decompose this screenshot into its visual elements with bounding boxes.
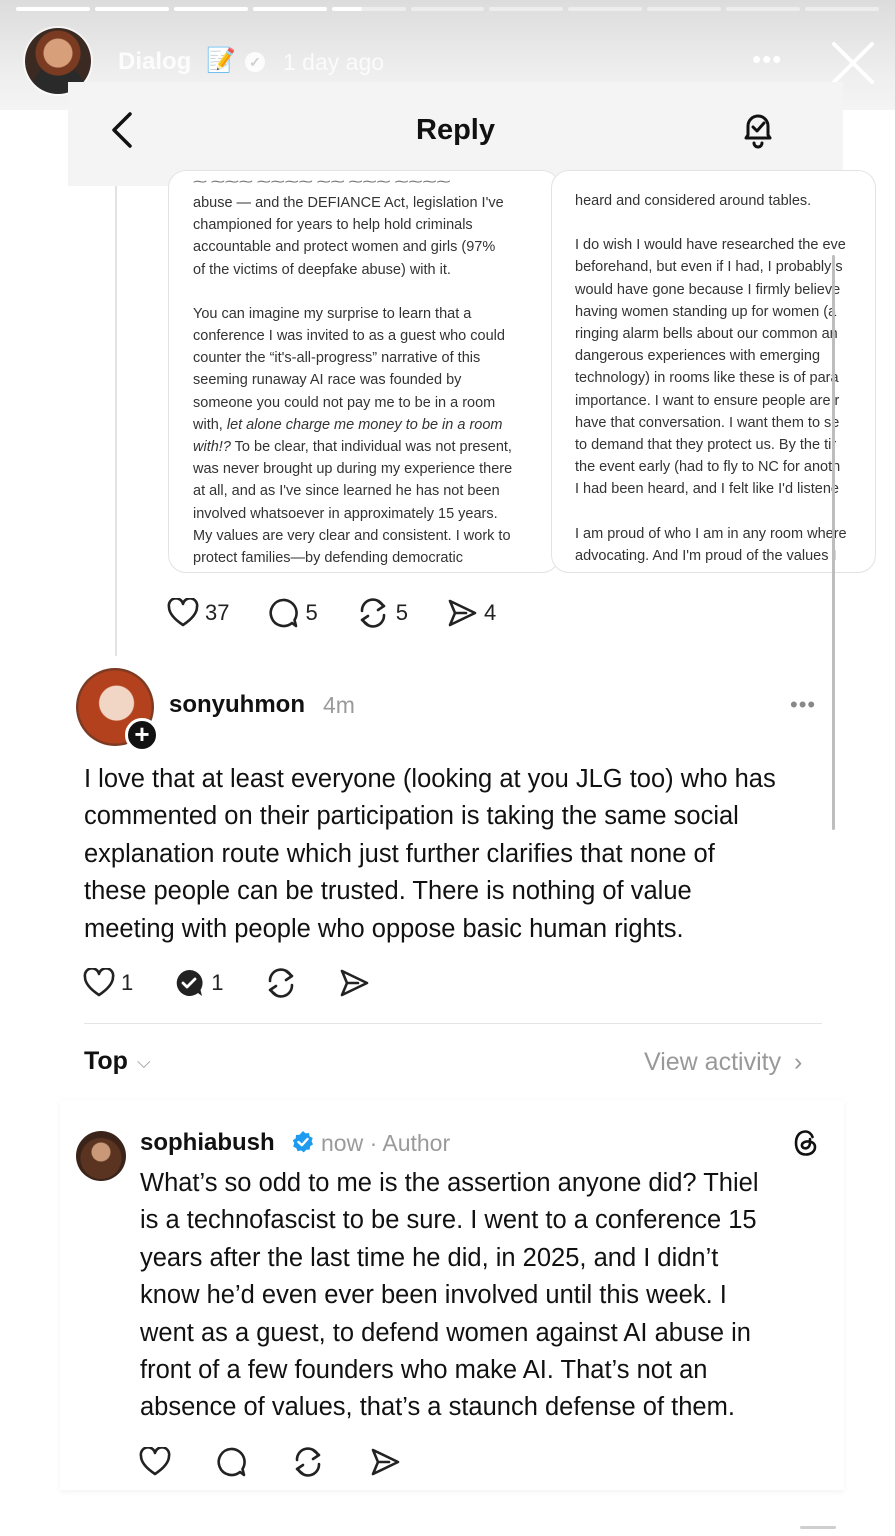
like-count: 1 (121, 970, 134, 995)
share-button[interactable]: 4 (446, 597, 496, 629)
card-text: importance. I want to ensure people are … (575, 392, 840, 409)
card-text: I am proud of who I am in any room where (575, 525, 847, 542)
card-text: My values are very clear and consistent.… (193, 527, 511, 544)
send-icon (371, 1448, 400, 1476)
username[interactable]: sophiabush (140, 1129, 275, 1157)
card-text: counter the “it's-all-progress” narrativ… (193, 350, 481, 367)
card-text: someone you could not pay me to be in a … (193, 394, 496, 411)
story-progress (16, 7, 879, 11)
comment-icon (217, 1447, 246, 1477)
replied-icon (176, 969, 203, 996)
card-text: involved whatsoever in approximately 15 … (193, 505, 498, 522)
heart-icon (139, 1447, 171, 1476)
more-options-icon[interactable]: ••• (752, 44, 782, 75)
heart-icon (167, 598, 199, 627)
memo-emoji: 📝 (206, 47, 236, 74)
reply-button[interactable]: 1 (173, 967, 224, 999)
share-button[interactable] (369, 1446, 401, 1478)
card-text: championed for years to help hold crimin… (193, 217, 473, 234)
chevron-down-icon[interactable]: ⌵ (137, 1052, 151, 1073)
comment-button[interactable] (215, 1446, 247, 1478)
username[interactable]: sonyuhmon (169, 691, 305, 719)
verified-icon: ✓ (245, 52, 265, 72)
card-text: with!? To be clear, that individual was … (193, 439, 512, 456)
card-text: having women standing up for women (a (575, 303, 837, 320)
repost-icon (360, 598, 386, 628)
home-indicator (800, 1526, 836, 1529)
card-text: the event early (had to fly to NC for an… (575, 459, 841, 476)
divider (84, 1023, 822, 1024)
card-text: protect families—by defending democratic (193, 550, 463, 567)
image-card-right[interactable]: heard and considered around tables. I do… (551, 170, 876, 573)
comment-button[interactable]: 5 (267, 597, 318, 629)
follow-plus-icon[interactable]: + (125, 718, 159, 752)
notification-bell-icon[interactable] (738, 108, 778, 152)
like-button[interactable]: 37 (167, 598, 229, 628)
card-text: to demand that they protect us. By the t… (575, 437, 837, 454)
root-post-actions: 37 5 5 4 (167, 597, 496, 629)
card-text: with, let alone charge me money to be in… (193, 416, 503, 433)
author-meta: now · Author (321, 1130, 451, 1156)
send-icon (448, 599, 477, 627)
repost-count: 5 (395, 600, 408, 625)
card-text: seeming runaway AI race was founded by (193, 372, 462, 389)
card-text: ringing alarm bells about our common an (575, 326, 838, 343)
card-text: of the victims of deepfake abuse) with i… (193, 261, 451, 278)
card-text: advocating. And I'm proud of the values … (575, 547, 837, 564)
heart-icon (83, 968, 115, 997)
page-title: Reply (416, 114, 495, 146)
card-text: was never brought up during my experienc… (193, 461, 513, 478)
card-text: beforehand, but even if I had, I probabl… (575, 259, 843, 276)
reply-text: What’s so odd to me is the assertion any… (140, 1169, 759, 1422)
card-text: I had been heard, and I felt like I'd li… (575, 481, 839, 498)
repost-button[interactable]: 5 (356, 597, 408, 629)
comment-actions: 1 1 (83, 967, 370, 999)
repost-button[interactable] (291, 1446, 325, 1478)
threads-logo-icon[interactable] (790, 1127, 822, 1159)
like-button[interactable] (139, 1447, 171, 1477)
repost-icon (268, 968, 293, 998)
close-icon[interactable] (830, 40, 876, 86)
thread-line (115, 186, 117, 656)
like-button[interactable]: 1 (83, 968, 133, 998)
sort-dropdown[interactable]: Top (84, 1047, 128, 1076)
card-text: would have gone because I firmly believe (575, 281, 841, 298)
card-text: conference I was invited to as a guest w… (193, 328, 505, 345)
card-text: You can imagine my surprise to learn tha… (193, 305, 472, 322)
story-time: 1 day ago (283, 49, 385, 75)
repost-icon (295, 1447, 321, 1477)
card-text: heard and considered around tables. (575, 193, 812, 209)
card-text: I do wish I would have researched the ev… (575, 237, 846, 254)
card-text: technology) in rooms like these is of pa… (575, 370, 839, 387)
comment-text: I love that at least everyone (looking a… (84, 765, 776, 943)
verified-badge-icon (292, 1131, 313, 1153)
share-button[interactable] (338, 967, 370, 999)
repost-button[interactable] (264, 967, 298, 999)
timestamp: 4m (323, 692, 355, 718)
view-activity-link[interactable]: View activity › (644, 1048, 802, 1077)
scrollbar[interactable] (832, 255, 835, 830)
send-icon (340, 969, 368, 997)
image-card-left[interactable]: ⁓ ⁓⁓⁓ ⁓⁓⁓⁓ ⁓⁓ ⁓⁓⁓ ⁓⁓⁓⁓ abuse — and the D… (168, 170, 560, 573)
story-account-name[interactable]: Dialog (118, 48, 191, 76)
reply-count: 1 (211, 970, 224, 995)
card-text: have that conversation. I want them to s… (575, 414, 840, 431)
share-count: 4 (483, 600, 497, 625)
reply-actions (139, 1446, 401, 1478)
avatar[interactable] (76, 1131, 126, 1181)
card-text: at all, and as I've since learned he has… (193, 483, 500, 500)
card-text: abuse — and the DEFIANCE Act, legislatio… (193, 195, 504, 211)
card-text: dangerous experiences with emerging (575, 348, 821, 365)
comment-count: 5 (305, 600, 318, 625)
like-count: 37 (205, 600, 230, 625)
comment-icon (269, 598, 299, 628)
more-options-icon[interactable]: ••• (790, 692, 816, 718)
card-text: accountable and protect women and girls … (193, 239, 496, 256)
